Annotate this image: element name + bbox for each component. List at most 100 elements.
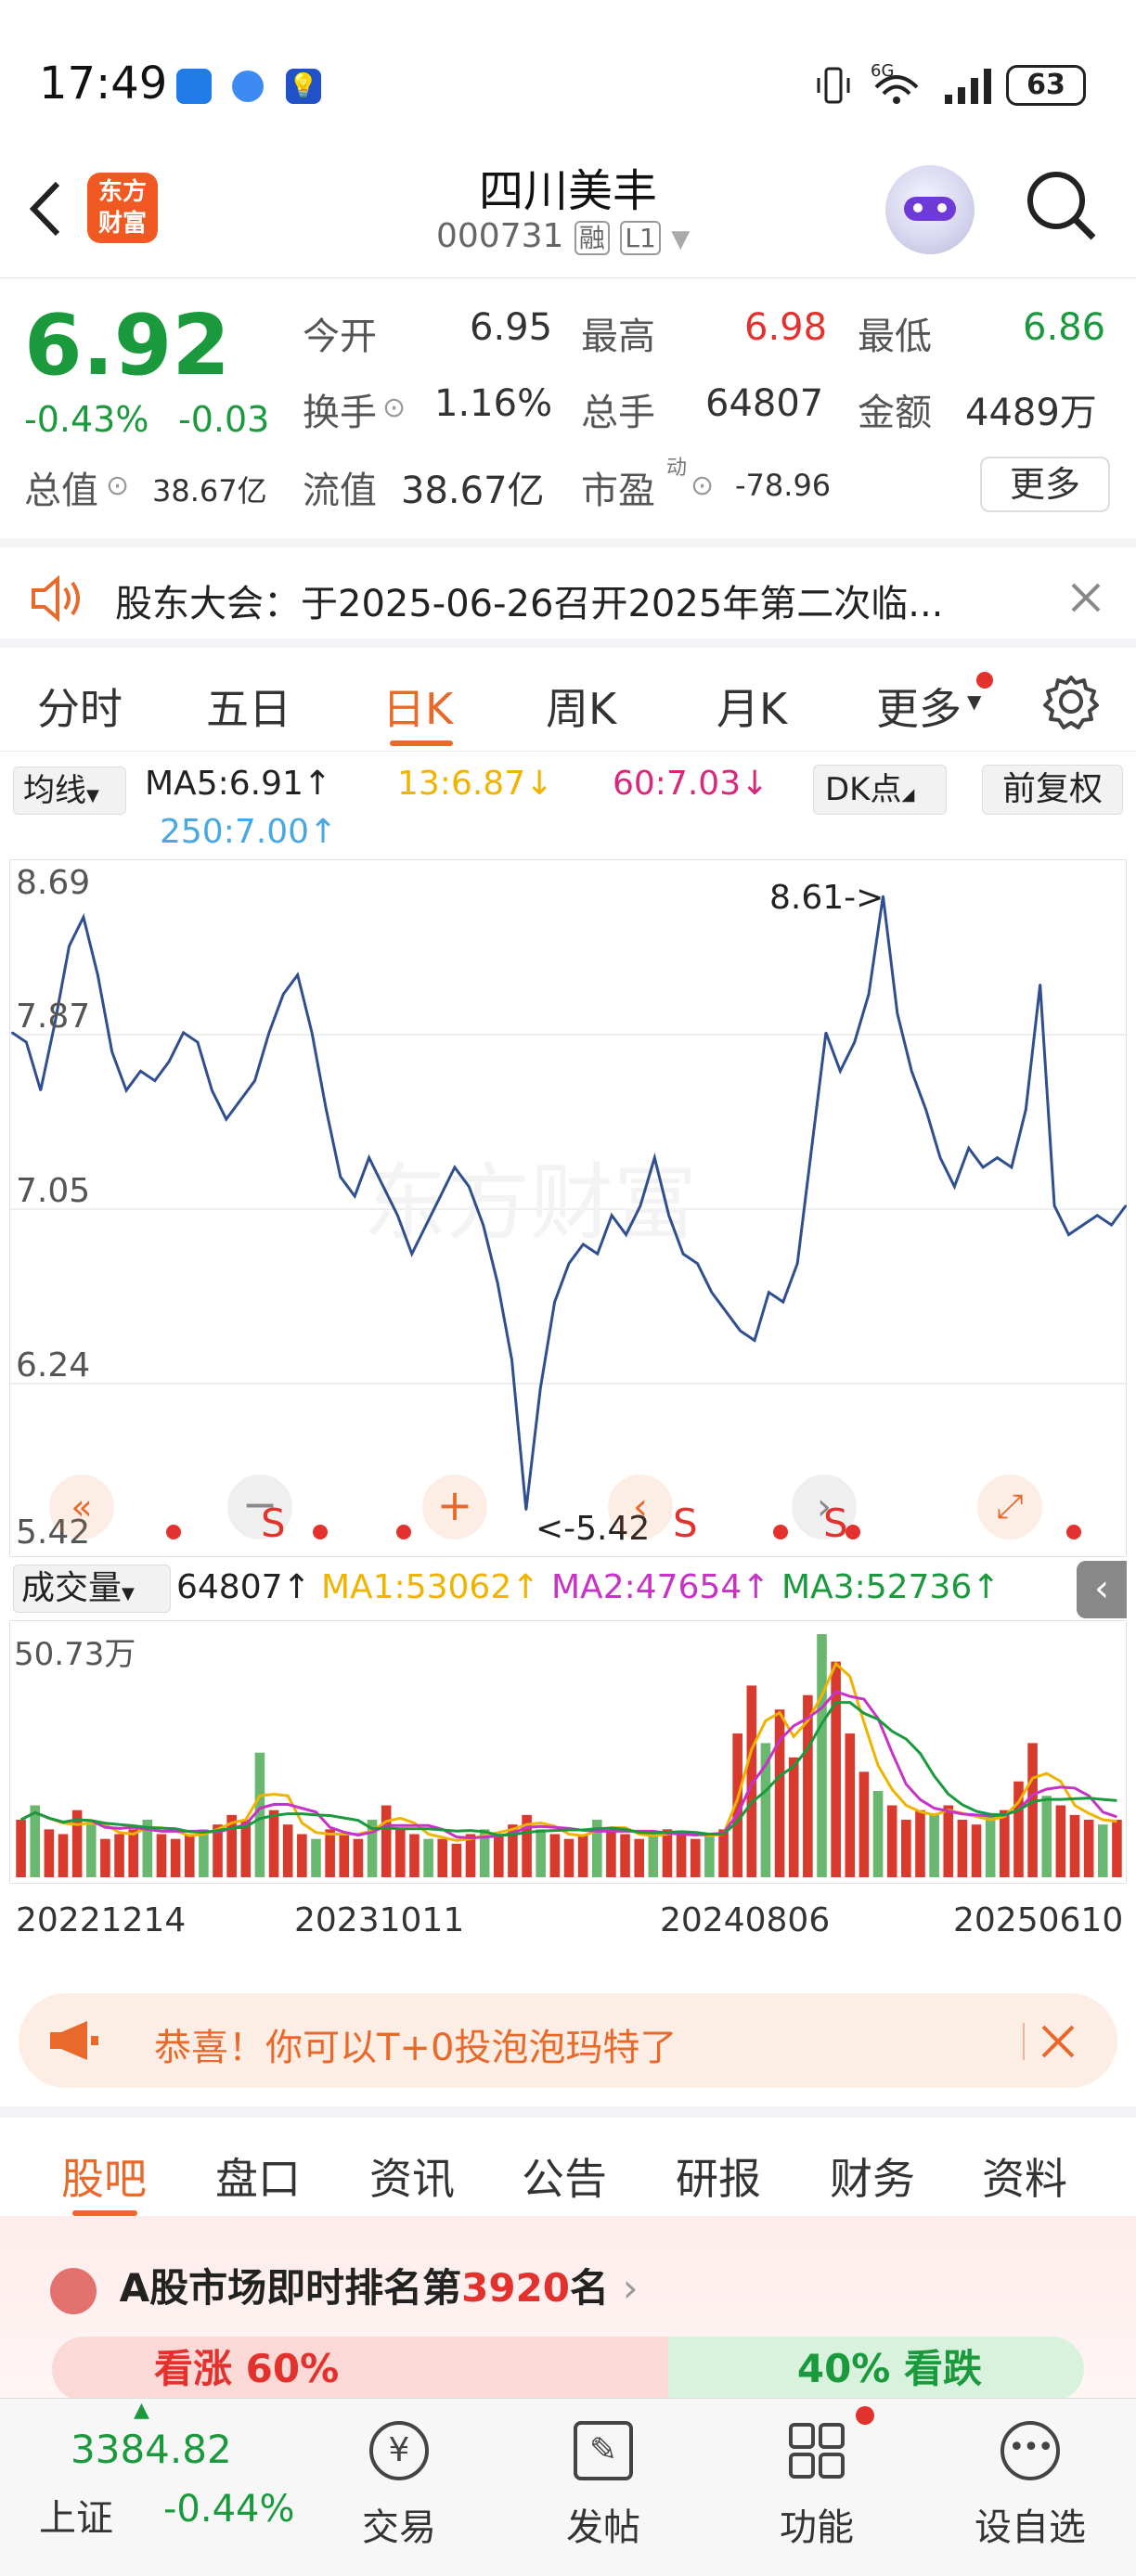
more-button[interactable]: 更多 <box>980 457 1110 512</box>
price-point <box>696 1262 699 1265</box>
nav-post[interactable]: ✎ 发帖 <box>548 2412 659 2560</box>
ma13-label: 13:6.87↓ <box>397 765 554 803</box>
volume-header: 成交量▼ 64807↑ MA1:53062↑ MA2:47654↑ MA3:52… <box>9 1559 1127 1618</box>
promo-divider <box>1023 2023 1025 2060</box>
rank-row[interactable]: A股市场即时排名第3920名 › <box>50 2257 638 2314</box>
ma60-label: 60:7.03↓ <box>613 765 769 803</box>
tab-fenshi[interactable]: 分时 <box>37 676 123 737</box>
vol-ma1: MA1:53062↑ <box>321 1568 540 1606</box>
price-chart-svg: 东方财富 <box>10 895 1128 1511</box>
prev-icon[interactable]: ‹ <box>608 1475 673 1539</box>
price-point <box>824 1031 827 1034</box>
date-label-3: 20250610 <box>953 1901 1124 1939</box>
low-value: 6.86 <box>1023 306 1106 349</box>
sell-marker: S <box>823 1501 848 1546</box>
volume-bar <box>718 1829 729 1877</box>
gear-icon[interactable] <box>1043 674 1099 729</box>
price-point <box>39 1089 42 1091</box>
fq-button[interactable]: 前复权 <box>982 765 1123 815</box>
price-point <box>910 1070 913 1073</box>
tab-yanbao[interactable]: 研报 <box>676 2145 761 2207</box>
signal-dot <box>773 1525 788 1539</box>
ma5-label: MA5:6.91↑ <box>145 765 332 803</box>
tab-rik[interactable]: 日K <box>382 676 453 737</box>
ma-selector[interactable]: 均线▼ <box>13 766 126 815</box>
info-icon[interactable]: ⊙ <box>106 470 129 502</box>
close-icon[interactable] <box>1067 579 1104 616</box>
nav-watchlist[interactable]: ••• 设自选 <box>965 2412 1095 2560</box>
search-icon[interactable] <box>1023 167 1101 245</box>
megaphone-icon <box>46 2019 100 2062</box>
volume-bar <box>536 1829 547 1877</box>
nav-trade[interactable]: ¥ 交易 <box>343 2412 455 2560</box>
max-price-annotation: 8.61-> <box>769 879 884 917</box>
quote-panel: 6.92 -0.43% -0.03 今开 6.95 最高 6.98 最低 6.8… <box>0 280 1136 536</box>
volume-bar <box>704 1834 715 1877</box>
tab-guba[interactable]: 股吧 <box>61 2145 147 2207</box>
pe-label: 市盈 <box>581 470 655 512</box>
price-point <box>582 1243 585 1245</box>
price-chart[interactable]: 东方财富 8.69 7.87 7.05 6.24 5.42 8.61-> <-5… <box>9 859 1128 1557</box>
robot-avatar[interactable] <box>885 165 975 254</box>
expand-icon[interactable]: ⤢ <box>977 1475 1042 1539</box>
tab-pankou[interactable]: 盘口 <box>215 2145 301 2207</box>
tab-zhouk[interactable]: 周K <box>546 676 616 737</box>
price-point <box>153 1079 156 1082</box>
zoom-in-icon[interactable]: + <box>422 1475 487 1539</box>
rank-panel: A股市场即时排名第3920名 › 看涨 60% 40% 看跌 <box>0 2216 1136 2402</box>
price-point <box>368 1156 370 1159</box>
header: 东方 财富 四川美丰 000731 融 L1 ▼ <box>0 148 1136 278</box>
red-dot <box>976 672 993 689</box>
price-point <box>639 1204 641 1207</box>
volume-current: 64807↑ <box>176 1568 311 1606</box>
close-icon[interactable] <box>1039 2023 1077 2060</box>
price-point <box>82 916 84 919</box>
level-badge: L1 <box>620 221 661 255</box>
volume-selector[interactable]: 成交量▼ <box>13 1565 171 1613</box>
price-point <box>754 1339 755 1342</box>
dk-button[interactable]: DK点◢ <box>813 765 947 815</box>
info-icon[interactable]: ⊙ <box>691 470 714 502</box>
index-value[interactable]: 3384.82 <box>71 2427 232 2472</box>
tab-ziliao[interactable]: 资料 <box>982 2145 1067 2207</box>
price-point <box>1025 1108 1027 1111</box>
volume-bar <box>85 1824 97 1877</box>
tab-caiwu[interactable]: 财务 <box>830 2145 915 2207</box>
volume-bar <box>915 1810 925 1877</box>
double-left-icon[interactable]: « <box>49 1475 114 1539</box>
tab-more[interactable]: 更多 <box>876 676 962 737</box>
volume-chart[interactable]: 50.73万 20221214 20231011 20240806 202506… <box>9 1620 1127 1939</box>
notice-text: 股东大会：于2025-06-26召开2025年第二次临... <box>115 583 944 625</box>
promo-banner[interactable]: 恭喜！你可以T+0投泡泡玛特了 <box>19 1993 1117 2088</box>
yen-icon: ¥ <box>369 2421 429 2480</box>
price-point <box>625 1233 627 1236</box>
price-point <box>396 1214 399 1217</box>
price-point <box>25 1041 28 1044</box>
volume-bar <box>184 1834 195 1877</box>
turnover-value: 1.16% <box>434 382 553 425</box>
collapse-icon[interactable]: ‹ <box>1077 1561 1127 1618</box>
vote-down-bar[interactable]: 40% 看跌 <box>668 2337 1084 2402</box>
amount-value: 4489万 <box>965 392 1097 434</box>
price-axis-label-0: 8.69 <box>16 864 91 902</box>
price-point <box>653 1156 656 1159</box>
turnover-label: 换手 <box>303 392 377 434</box>
price-point <box>667 1214 670 1217</box>
tab-yuek[interactable]: 月K <box>716 676 787 737</box>
weather-app-icon <box>176 69 212 104</box>
vote-up-bar[interactable]: 看涨 60% <box>52 2337 668 2402</box>
tab-zixun[interactable]: 资讯 <box>369 2145 455 2207</box>
tab-gonggao[interactable]: 公告 <box>522 2145 607 2207</box>
nav-function[interactable]: 功能 <box>761 2412 872 2560</box>
tab-wuri[interactable]: 五日 <box>206 676 291 737</box>
volume-bar <box>1112 1820 1122 1877</box>
price-point <box>139 1070 142 1073</box>
notice-banner[interactable]: 股东大会：于2025-06-26召开2025年第二次临... <box>0 538 1136 648</box>
volume-bar <box>858 1771 870 1877</box>
amount-label: 金额 <box>858 392 932 434</box>
signal-dot <box>166 1525 181 1539</box>
stock-code-row[interactable]: 000731 融 L1 ▼ <box>436 217 715 260</box>
price-axis-label-3: 6.24 <box>16 1346 91 1385</box>
change-value: -0.03 <box>178 399 270 440</box>
info-icon[interactable]: ⊙ <box>382 392 406 424</box>
